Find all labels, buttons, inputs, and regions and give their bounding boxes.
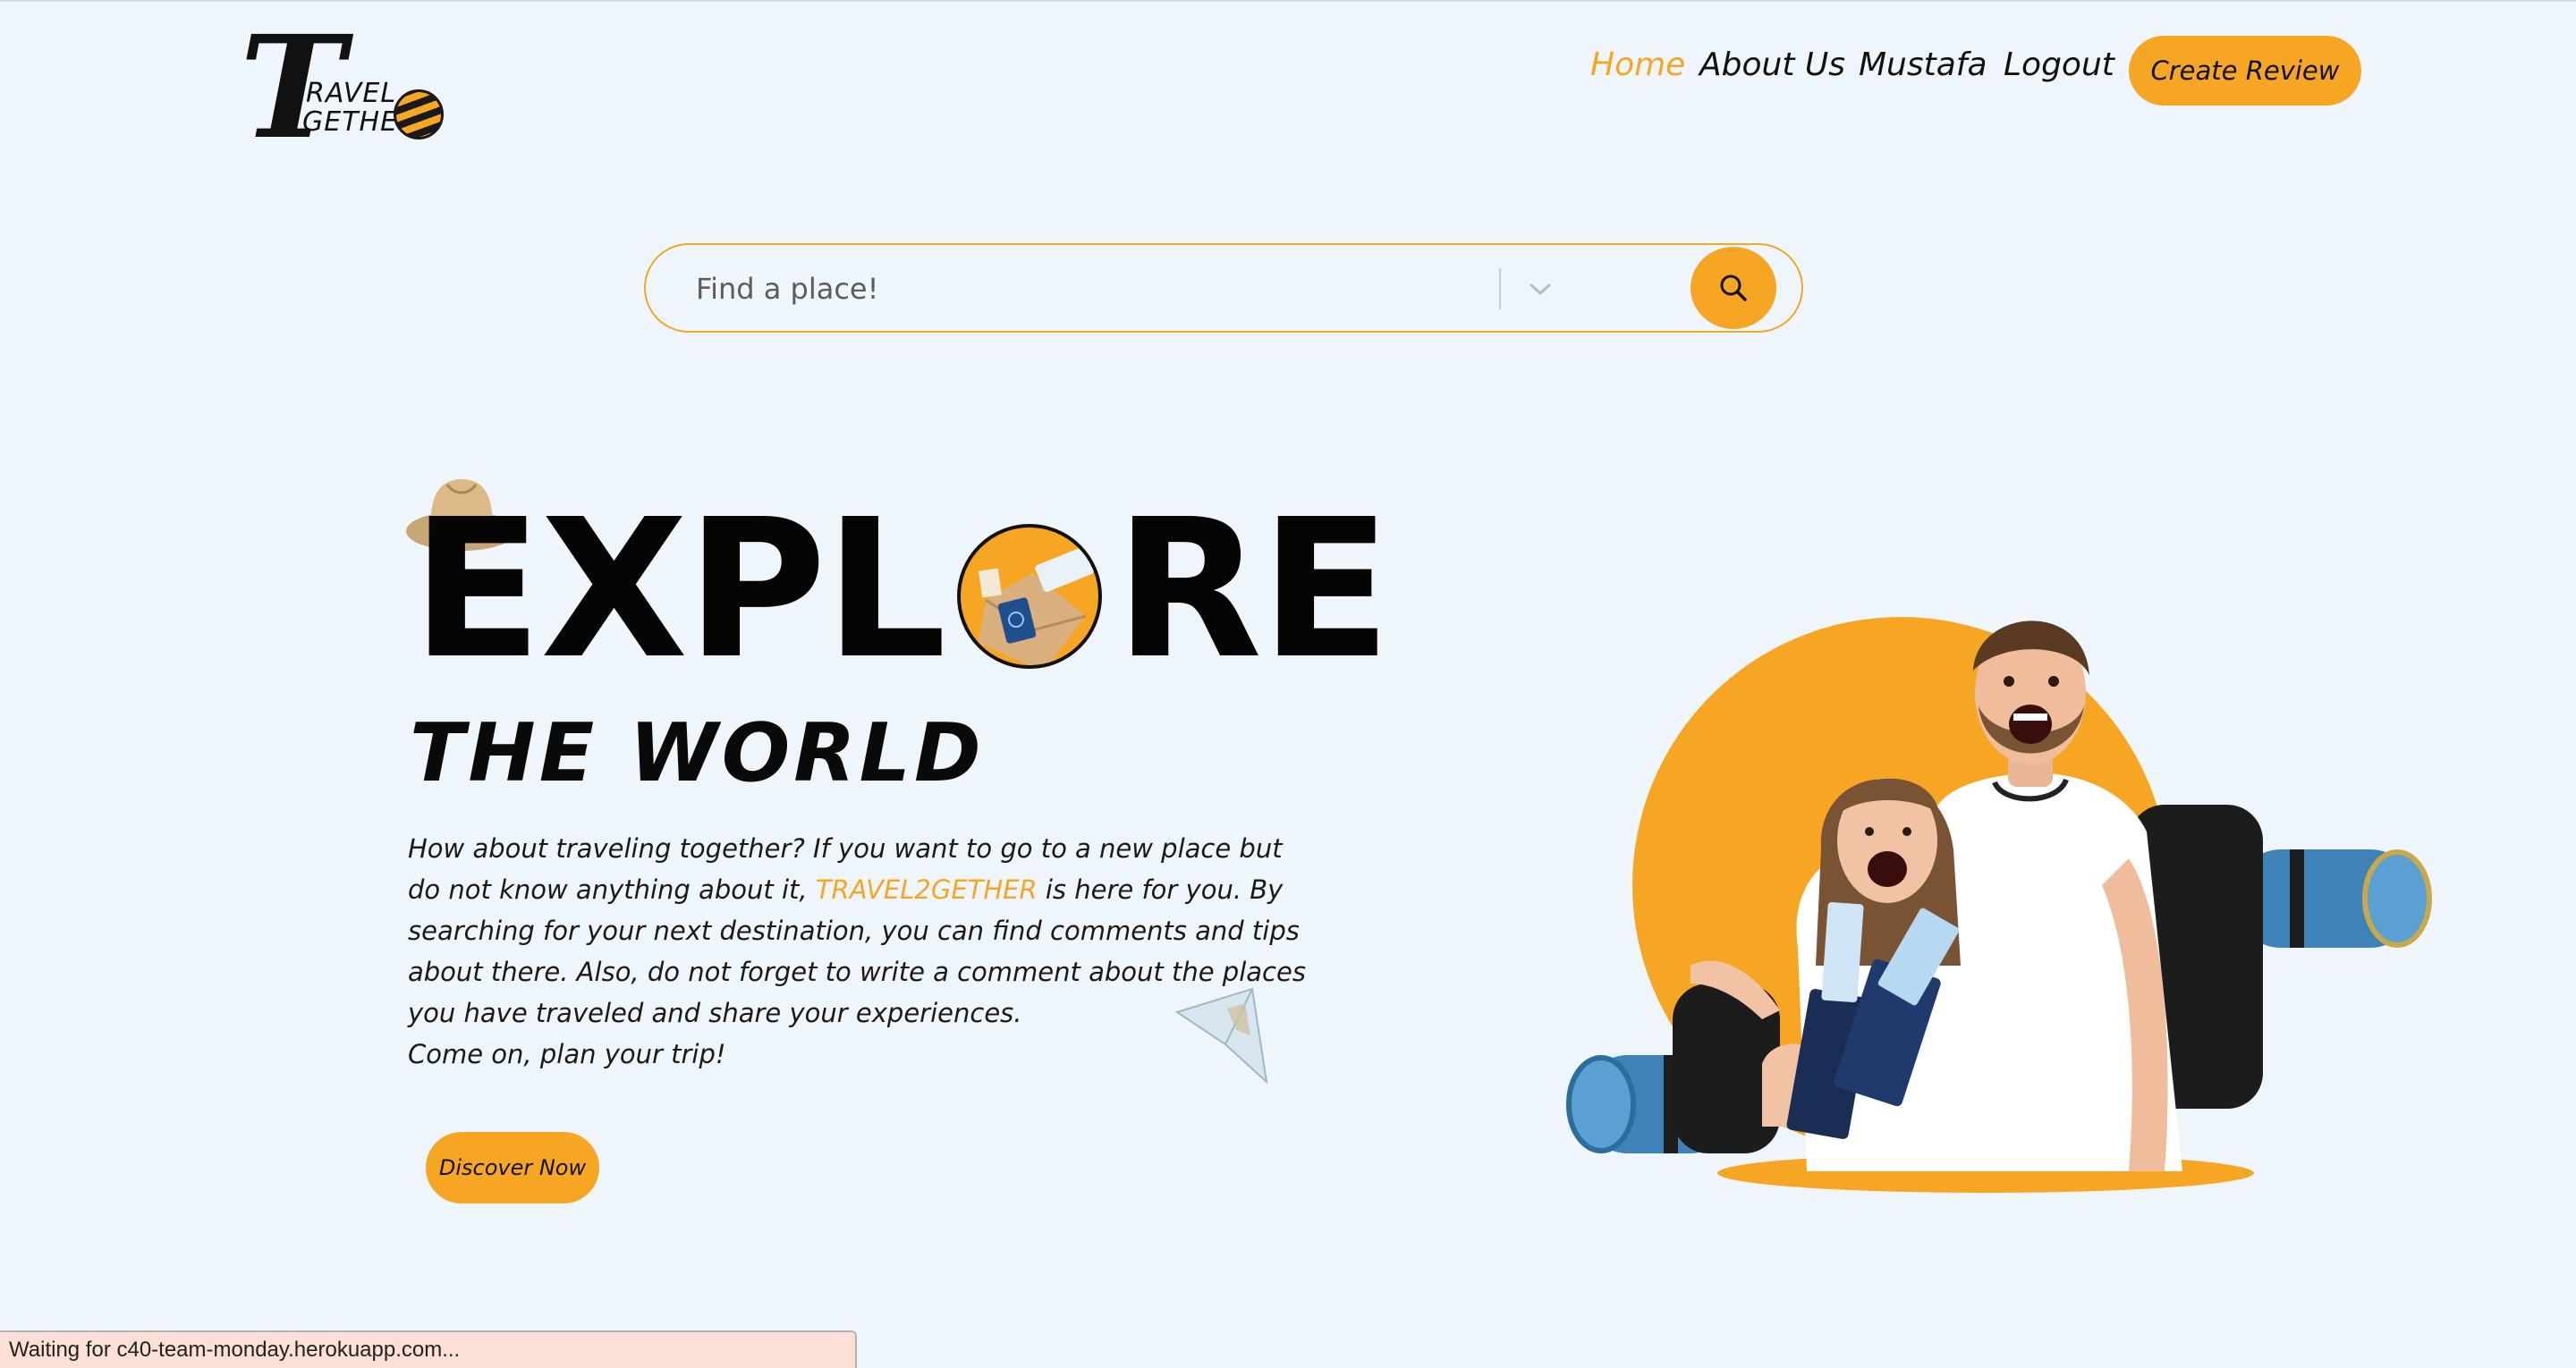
hero-subtitle: THE WORLD xyxy=(410,706,985,800)
travel-envelope-icon xyxy=(957,524,1103,669)
brand-name: TRAVEL2GETHER xyxy=(815,874,1038,905)
window-top-border xyxy=(0,0,2576,2)
nav-link-home[interactable]: Home xyxy=(1590,46,1685,83)
discover-now-button[interactable]: Discover Now xyxy=(426,1132,599,1203)
explore-heading: EXPL RE xyxy=(411,478,1391,701)
sleeping-mat-right xyxy=(2236,849,2432,948)
search-bar xyxy=(644,243,1803,333)
search-divider xyxy=(1499,268,1501,309)
paper-plane-icon xyxy=(1174,987,1268,1085)
explore-heading-part2: RE xyxy=(1114,478,1391,701)
search-button[interactable] xyxy=(1690,247,1776,329)
chevron-down-icon[interactable] xyxy=(1522,272,1558,308)
nav-link-user-profile[interactable]: Mustafa xyxy=(1859,46,1987,83)
hero-call-to-action-text: Come on, plan your trip! xyxy=(408,1039,726,1069)
logo-text-line2: GETHE xyxy=(302,106,399,138)
explore-heading-part1: EXPL xyxy=(411,478,946,701)
travelers-illustration xyxy=(1566,617,2432,1193)
search-icon xyxy=(1720,274,1747,301)
browser-status-bar: Waiting for c40-team-monday.herokuapp.co… xyxy=(0,1330,857,1368)
create-review-button[interactable]: Create Review xyxy=(2129,36,2361,106)
search-input[interactable] xyxy=(696,263,1465,315)
nav-link-logout[interactable]: Logout xyxy=(2004,46,2114,83)
main-nav: Home About Us Mustafa Logout Create Revi… xyxy=(0,36,2576,107)
nav-link-about-us[interactable]: About Us xyxy=(1699,46,1845,83)
